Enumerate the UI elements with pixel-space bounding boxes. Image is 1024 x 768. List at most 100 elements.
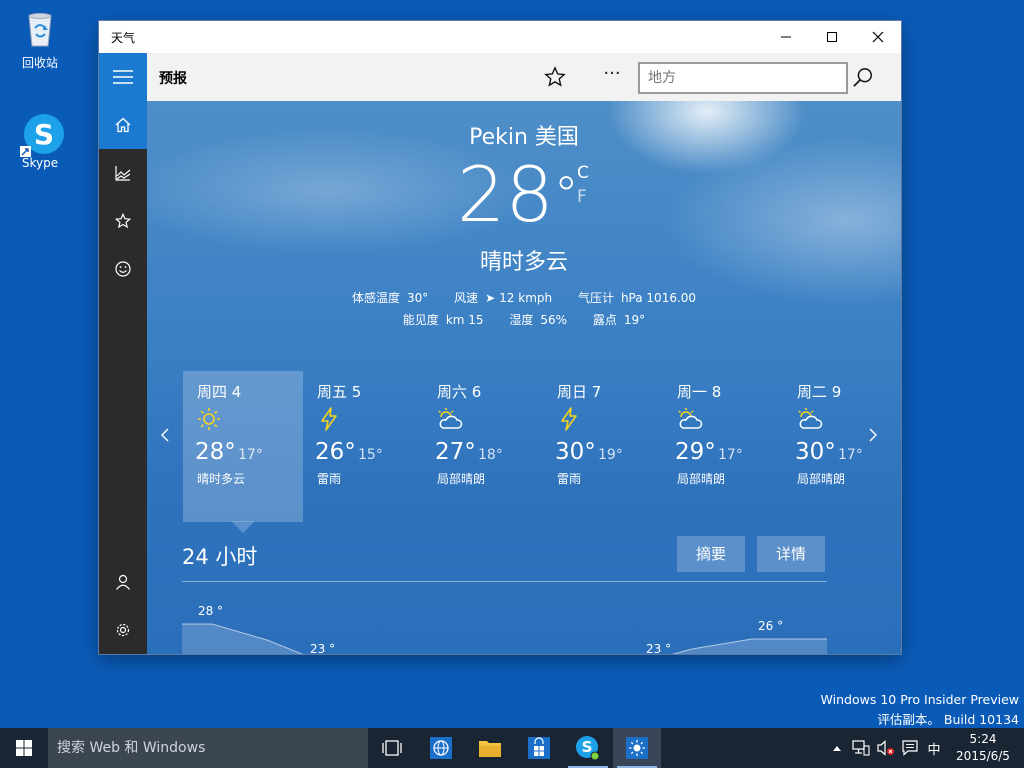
favorite-button[interactable] <box>539 65 571 89</box>
taskbar-search-box[interactable]: 搜索 Web 和 Windows <box>48 728 368 768</box>
nav-historical[interactable] <box>99 149 147 197</box>
unit-celsius-toggle[interactable]: C <box>577 163 589 183</box>
minimize-icon <box>781 36 791 38</box>
details-row-1: 体感温度 30° 风速 ➤ 12 kmph 气压计 hPa 1016.00 <box>147 289 901 306</box>
chevron-left-icon <box>161 428 169 442</box>
weather-app-icon <box>626 737 648 759</box>
day-high: 30° <box>555 439 596 465</box>
minimize-button[interactable] <box>763 21 809 53</box>
taskbar-browser[interactable] <box>417 728 465 768</box>
watermark-edition: Windows 10 Pro Insider Preview <box>820 692 1019 707</box>
window-title: 天气 <box>111 31 136 45</box>
hourly-label: 23 ° <box>646 642 671 654</box>
skype-desktop-icon[interactable]: S Skype <box>5 112 75 170</box>
taskbar-file-explorer[interactable] <box>466 728 514 768</box>
day-high: 26° <box>315 439 356 465</box>
forecast-panel: Pekin 美国 28° C F 晴时多云 体感温度 30° 风速 ➤ 12 kmph… <box>147 101 901 654</box>
dew-point-value: 19° <box>623 313 646 327</box>
windows-logo-icon <box>16 740 32 756</box>
page-title: 预报 <box>159 71 187 87</box>
pressure-label: 气压计 <box>577 291 614 305</box>
dew-point-label: 露点 <box>592 313 617 327</box>
details-tab-button[interactable]: 详情 <box>757 536 825 572</box>
globe-icon <box>430 737 452 759</box>
nav-sidebar <box>99 101 147 654</box>
forecast-day-card[interactable]: 周四 4 28° 17° 晴时多云 <box>183 371 303 522</box>
visibility-value: km 15 <box>445 313 484 327</box>
more-options-button[interactable]: ··· <box>596 65 628 89</box>
search-button[interactable] <box>847 64 879 92</box>
taskbar-weather[interactable] <box>613 728 661 768</box>
weather-window: 天气 预报 ··· 地方 Pekin 美国 28° C F 晴时多云 体感温度 … <box>99 21 901 654</box>
day-low: 15° <box>358 447 383 463</box>
task-view-icon <box>382 740 402 756</box>
nav-favorites[interactable] <box>99 197 147 245</box>
maximize-button[interactable] <box>809 21 855 53</box>
home-icon <box>115 117 131 133</box>
hamburger-button[interactable] <box>99 53 147 101</box>
unit-fahrenheit-toggle[interactable]: F <box>577 187 587 207</box>
search-icon <box>853 68 872 87</box>
start-button[interactable] <box>0 728 48 768</box>
close-button[interactable] <box>855 21 901 53</box>
day-high: 28° <box>195 439 236 465</box>
nav-feedback[interactable] <box>99 245 147 293</box>
day-low: 17° <box>838 447 863 463</box>
partly-cloudy-icon <box>797 407 823 431</box>
day-condition: 晴时多云 <box>197 472 246 486</box>
day-name: 周五 5 <box>317 383 362 401</box>
day-low: 17° <box>238 447 263 463</box>
day-condition: 局部晴朗 <box>677 472 726 486</box>
taskbar-store[interactable] <box>515 728 563 768</box>
recycle-bin-desktop-icon[interactable]: 回收站 <box>5 10 75 71</box>
forecast-day-card[interactable]: 周二 9 30° 17° 局部晴朗 <box>783 371 883 522</box>
hourly-label: 28 ° <box>198 604 223 618</box>
hourly-divider <box>182 581 827 582</box>
location-name: Pekin 美国 <box>469 125 579 150</box>
input-method-button[interactable]: 中 <box>924 728 944 768</box>
app-bar: 预报 ··· <box>99 53 901 101</box>
watermark-build: 评估副本。 Build 10134 <box>877 712 1019 727</box>
taskbar-clock[interactable]: 5:24 2015/6/5 <box>948 731 1018 765</box>
title-bar[interactable]: 天气 <box>99 21 901 53</box>
day-condition: 局部晴朗 <box>437 472 486 486</box>
wind-direction-icon: ➤ <box>485 291 496 305</box>
maximize-icon <box>827 32 837 42</box>
day-condition: 雷雨 <box>317 472 342 486</box>
forecast-day-card[interactable]: 周日 7 30° 19° 雷雨 <box>543 371 663 522</box>
gear-icon <box>116 623 130 637</box>
clock-date: 2015/6/5 <box>956 749 1010 763</box>
location-search-input[interactable] <box>638 62 848 94</box>
action-center-button[interactable] <box>899 728 921 768</box>
show-hidden-icons-button[interactable] <box>828 728 846 768</box>
task-view-button[interactable] <box>368 728 416 768</box>
folder-icon <box>479 741 501 757</box>
hamburger-icon <box>113 70 133 84</box>
nav-forecast[interactable] <box>99 101 147 149</box>
forecast-prev-button[interactable] <box>157 423 173 447</box>
nav-settings[interactable] <box>99 606 147 654</box>
partly-cloudy-icon <box>677 407 703 431</box>
humidity-value: 56% <box>540 313 568 327</box>
forecast-day-card[interactable]: 周五 5 26° 15° 雷雨 <box>303 371 423 522</box>
lightning-icon <box>317 407 341 431</box>
summary-tab-button[interactable]: 摘要 <box>677 536 745 572</box>
partly-cloudy-icon <box>437 407 463 431</box>
hourly-label: 23 ° <box>310 642 335 654</box>
volume-tray-button[interactable] <box>875 728 897 768</box>
pressure-value: hPa 1016.00 <box>620 291 697 305</box>
nav-account[interactable] <box>99 558 147 606</box>
recycle-bin-icon <box>20 10 60 50</box>
clock-time: 5:24 <box>969 732 997 746</box>
forecast-day-card[interactable]: 周六 6 27° 18° 局部晴朗 <box>423 371 543 522</box>
smiley-icon <box>115 261 131 277</box>
network-tray-button[interactable] <box>850 728 872 768</box>
svg-text:S: S <box>582 738 593 756</box>
forecast-day-card[interactable]: 周一 8 29° 17° 局部晴朗 <box>663 371 783 522</box>
star-outline-icon <box>115 213 131 229</box>
taskbar-skype[interactable]: S <box>564 728 612 768</box>
day-condition: 雷雨 <box>557 472 582 486</box>
chart-icon <box>115 166 131 181</box>
day-name: 周日 7 <box>557 383 602 401</box>
wind-value: 12 kmph <box>499 291 553 305</box>
